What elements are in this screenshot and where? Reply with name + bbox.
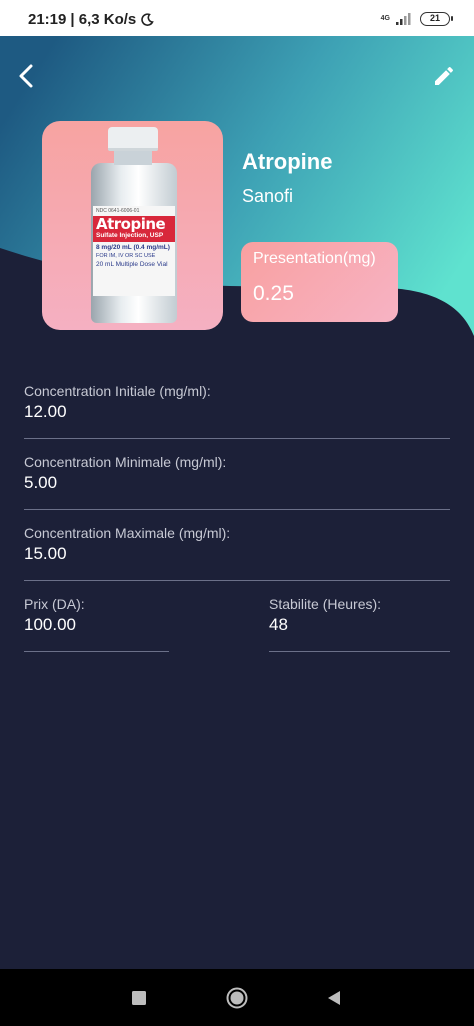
status-right: 4G 21: [380, 12, 453, 26]
vial-route: FOR IM, IV OR SC USE: [96, 253, 156, 259]
triangle-back-icon: [328, 991, 340, 1005]
field-value: 15.00: [24, 544, 67, 563]
navigation-bar: [0, 969, 474, 1026]
vial-subtitle: Sulfate Injection, USP: [96, 232, 164, 239]
field-value: 100.00: [24, 615, 76, 634]
status-time: 21:19: [28, 11, 67, 28]
field-concentration-initiale: Concentration Initiale (mg/ml): 12.00: [24, 383, 450, 439]
moon-icon: [141, 12, 154, 26]
field-value: 5.00: [24, 473, 58, 492]
field-value: 48: [269, 615, 288, 634]
vial-dose: 8 mg/20 mL (0.4 mg/mL): [96, 244, 170, 251]
field-value: 12.00: [24, 402, 67, 421]
medication-name: Atropine: [242, 149, 333, 174]
vial-neck: [114, 151, 152, 165]
status-network-speed: | 6,3 Ko/s: [70, 11, 137, 28]
square-icon: [132, 991, 146, 1005]
pencil-icon: [435, 66, 454, 85]
field-label: Concentration Initiale (mg/ml):: [24, 383, 211, 399]
field-label: Prix (DA):: [24, 596, 85, 612]
vial-cap: [108, 127, 158, 151]
vial-label: NDC 0641-6006-01 Atropine Sulfate Inject…: [93, 206, 175, 296]
field-prix: Prix (DA): 100.00: [24, 596, 169, 652]
recents-button[interactable]: [124, 983, 154, 1013]
presentation-label: Presentation(mg): [253, 250, 376, 267]
field-label: Stabilite (Heures):: [269, 596, 382, 612]
status-left: 21:19 | 6,3 Ko/s: [28, 11, 154, 28]
circle-icon: [226, 987, 248, 1009]
field-stabilite: Stabilite (Heures): 48: [269, 596, 450, 652]
back-button[interactable]: [10, 60, 42, 92]
status-bar: 21:19 | 6,3 Ko/s 4G 21: [0, 0, 474, 36]
network-type: 4G: [380, 15, 390, 22]
vial-red-band: Atropine Sulfate Injection, USP: [93, 216, 175, 242]
field-concentration-maximale: Concentration Maximale (mg/ml): 15.00: [24, 525, 450, 581]
chevron-left-icon: [19, 64, 33, 88]
battery-level: 21: [429, 13, 440, 23]
vial-multi-dose: 20 mL Multiple Dose Vial: [96, 261, 168, 268]
medication-image: NDC 0641-6006-01 Atropine Sulfate Inject…: [42, 121, 223, 330]
presentation-value: 0.25: [253, 282, 294, 305]
field-label: Concentration Minimale (mg/ml):: [24, 454, 227, 470]
presentation-card: Presentation(mg) 0.25: [241, 242, 398, 322]
home-button[interactable]: [222, 983, 252, 1013]
field-concentration-minimale: Concentration Minimale (mg/ml): 5.00: [24, 454, 450, 510]
field-label: Concentration Maximale (mg/ml):: [24, 525, 231, 541]
edit-button[interactable]: [428, 60, 460, 92]
signal-icon: [396, 13, 411, 25]
battery-indicator: 21: [420, 12, 453, 26]
medication-laboratory: Sanofi: [242, 186, 294, 206]
back-nav-button[interactable]: [319, 983, 349, 1013]
vial-drug-name: Atropine: [96, 215, 166, 233]
